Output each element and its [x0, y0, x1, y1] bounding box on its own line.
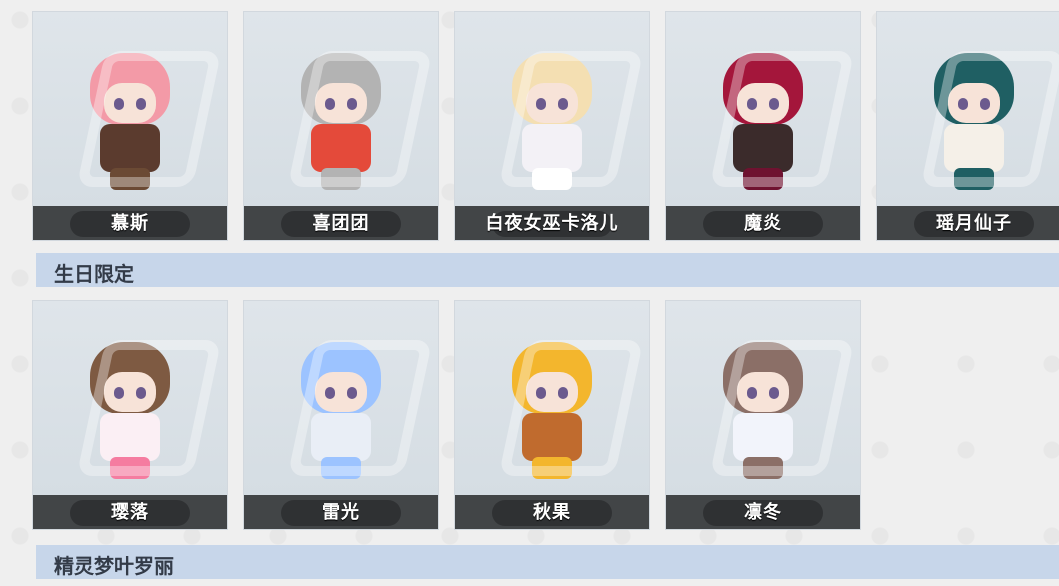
character-avatar — [703, 28, 823, 198]
avatar-face — [104, 83, 156, 123]
avatar-hair — [90, 53, 170, 125]
avatar-face — [737, 372, 789, 412]
avatar-hair — [934, 53, 1014, 125]
avatar-hair — [723, 342, 803, 414]
avatar-eye-left — [536, 387, 546, 399]
avatar-face — [526, 83, 578, 123]
avatar-eye-left — [536, 98, 546, 110]
avatar-eye-left — [958, 98, 968, 110]
card-preview-area — [244, 12, 438, 206]
avatar-legs — [532, 168, 572, 190]
character-card[interactable]: 瑶月仙子 — [876, 11, 1059, 241]
section-title-yeluoli: 精灵梦叶罗丽 — [54, 554, 174, 578]
avatar-hair — [512, 53, 592, 125]
avatar-eye-left — [114, 98, 124, 110]
avatar-eye-left — [747, 387, 757, 399]
avatar-face — [526, 372, 578, 412]
avatar-eye-right — [769, 98, 779, 110]
avatar-outfit — [100, 124, 160, 172]
avatar-face — [948, 83, 1000, 123]
character-avatar — [492, 28, 612, 198]
card-preview-area — [455, 301, 649, 495]
avatar-eye-right — [558, 387, 568, 399]
section-header-yeluoli: 精灵梦叶罗丽 — [36, 545, 1059, 579]
avatar-legs — [110, 168, 150, 190]
avatar-legs — [532, 457, 572, 479]
character-avatar — [70, 28, 190, 198]
avatar-legs — [743, 457, 783, 479]
avatar-eye-right — [136, 98, 146, 110]
character-avatar — [492, 317, 612, 487]
avatar-hair — [301, 53, 381, 125]
character-card[interactable]: 雷光 — [243, 300, 439, 530]
character-card[interactable]: 凛冬 — [665, 300, 861, 530]
avatar-legs — [321, 168, 361, 190]
avatar-eye-right — [769, 387, 779, 399]
character-name: 魔炎 — [744, 213, 782, 234]
avatar-legs — [743, 168, 783, 190]
character-name: 凛冬 — [744, 502, 782, 523]
card-preview-area — [244, 301, 438, 495]
avatar-outfit — [733, 124, 793, 172]
character-avatar — [281, 317, 401, 487]
character-avatar — [70, 317, 190, 487]
avatar-legs — [954, 168, 994, 190]
avatar-outfit — [100, 413, 160, 461]
avatar-face — [104, 372, 156, 412]
avatar-hair — [723, 53, 803, 125]
character-card[interactable]: 秋果 — [454, 300, 650, 530]
avatar-outfit — [522, 413, 582, 461]
avatar-face — [737, 83, 789, 123]
section-header-birthday: 生日限定 — [36, 253, 1059, 287]
avatar-face — [315, 83, 367, 123]
character-card[interactable]: 璎落 — [32, 300, 228, 530]
avatar-eye-left — [325, 98, 335, 110]
character-card[interactable]: 慕斯 — [32, 11, 228, 241]
avatar-legs — [321, 457, 361, 479]
avatar-face — [315, 372, 367, 412]
card-preview-area — [33, 301, 227, 495]
character-name: 璎落 — [111, 502, 149, 523]
character-name: 喜团团 — [312, 213, 370, 234]
avatar-outfit — [733, 413, 793, 461]
card-preview-area — [33, 12, 227, 206]
avatar-outfit — [311, 413, 371, 461]
character-avatar — [703, 317, 823, 487]
character-name: 慕斯 — [111, 213, 149, 234]
card-preview-area — [455, 12, 649, 206]
avatar-legs — [110, 457, 150, 479]
avatar-eye-right — [347, 98, 357, 110]
section-title-birthday: 生日限定 — [54, 262, 134, 286]
avatar-outfit — [522, 124, 582, 172]
card-preview-area — [877, 12, 1059, 206]
character-avatar — [914, 28, 1034, 198]
character-name: 瑶月仙子 — [936, 213, 1012, 234]
avatar-hair — [512, 342, 592, 414]
character-name: 雷光 — [322, 502, 360, 523]
avatar-outfit — [944, 124, 1004, 172]
card-preview-area — [666, 12, 860, 206]
card-preview-area — [666, 301, 860, 495]
avatar-eye-left — [747, 98, 757, 110]
character-name: 白夜女巫卡洛儿 — [485, 213, 619, 234]
character-card[interactable]: 魔炎 — [665, 11, 861, 241]
avatar-eye-left — [114, 387, 124, 399]
avatar-hair — [90, 342, 170, 414]
avatar-eye-right — [980, 98, 990, 110]
avatar-eye-right — [558, 98, 568, 110]
avatar-eye-left — [325, 387, 335, 399]
avatar-eye-right — [347, 387, 357, 399]
avatar-outfit — [311, 124, 371, 172]
avatar-eye-right — [136, 387, 146, 399]
avatar-hair — [301, 342, 381, 414]
character-card[interactable]: 喜团团 — [243, 11, 439, 241]
character-name: 秋果 — [533, 502, 571, 523]
character-avatar — [281, 28, 401, 198]
character-card[interactable]: 白夜女巫卡洛儿 — [454, 11, 650, 241]
